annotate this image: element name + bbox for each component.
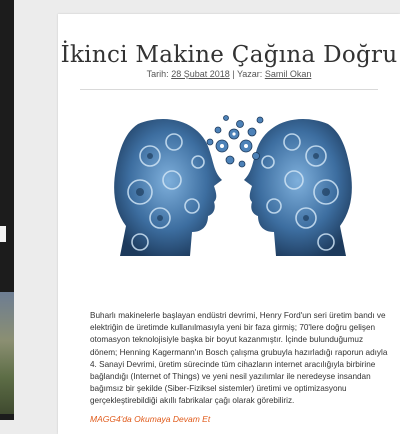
article-body: Buharlı makinelerle başlayan endüstri de… (90, 311, 388, 406)
date-link[interactable]: 28 Şubat 2018 (171, 69, 230, 79)
article-title: İkinci Makine Çağına Doğru (60, 42, 398, 68)
title-divider (80, 89, 378, 90)
article-meta: Tarih: 28 Şubat 2018 | Yazar: Samil Okan (58, 69, 400, 79)
left-sidebar-strip (0, 0, 14, 420)
meta-separator: | (232, 69, 235, 79)
article-card: İkinci Makine Çağına Doğru Tarih: 28 Şub… (58, 14, 400, 434)
two-gear-heads-facing-image (114, 115, 352, 256)
author-link[interactable]: Samil Okan (265, 69, 312, 79)
read-more-link[interactable]: MAGG4'da Okumaya Devam Et (90, 414, 210, 424)
author-label: Yazar: (236, 69, 263, 79)
sidebar-toggle-tab[interactable] (0, 226, 6, 242)
date-label: Tarih: (146, 69, 169, 79)
sidebar-thumbnail-image[interactable] (0, 292, 14, 414)
